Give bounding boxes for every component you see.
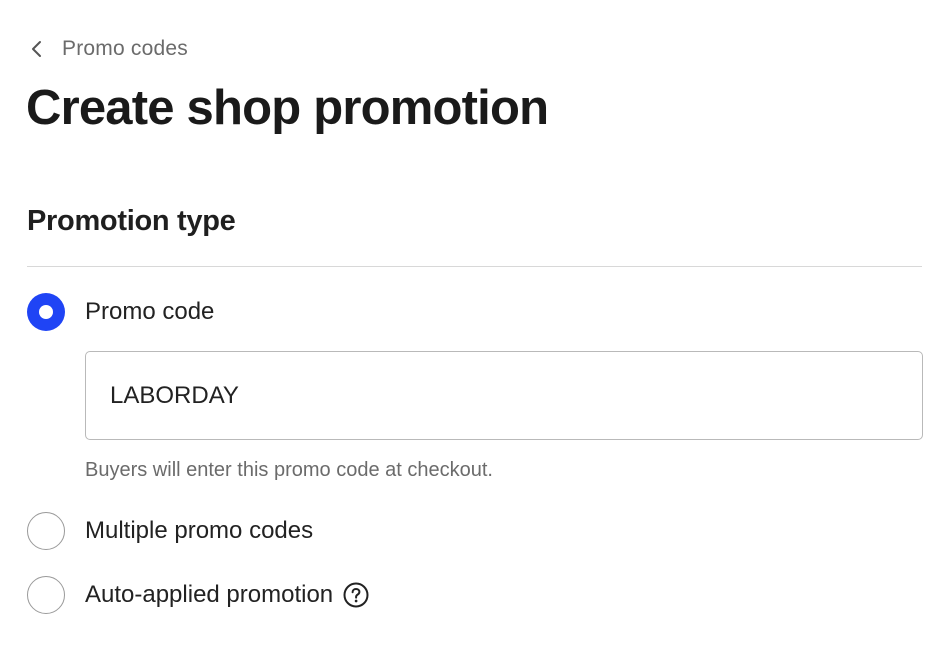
promo-code-helper-text: Buyers will enter this promo code at che… — [85, 459, 493, 481]
option-label-auto-applied-promotion: Auto-applied promotion — [85, 581, 334, 608]
option-multiple-promo-codes[interactable]: Multiple promo codes — [27, 512, 313, 550]
section-title-promotion-type: Promotion type — [27, 205, 236, 237]
option-label-promo-code: Promo code — [85, 298, 215, 325]
radio-auto-applied-promotion[interactable] — [27, 576, 65, 614]
radio-dot — [39, 305, 53, 319]
create-promotion-page: Promo codes Create shop promotion Promot… — [0, 0, 952, 656]
section-divider — [27, 266, 922, 267]
page-title: Create shop promotion — [26, 81, 549, 135]
option-auto-applied-promotion[interactable]: Auto-applied promotion — [27, 576, 369, 614]
chevron-left-icon — [27, 39, 47, 59]
radio-promo-code-selected[interactable] — [27, 293, 65, 331]
radio-multiple-promo-codes[interactable] — [27, 512, 65, 550]
option-promo-code[interactable]: Promo code — [27, 293, 214, 331]
option-label-multiple-promo-codes: Multiple promo codes — [85, 517, 314, 544]
breadcrumb-label[interactable]: Promo codes — [62, 37, 188, 61]
promo-code-input[interactable] — [85, 351, 923, 440]
breadcrumb-back-link[interactable]: Promo codes — [27, 34, 188, 64]
help-question-icon[interactable] — [343, 582, 369, 608]
